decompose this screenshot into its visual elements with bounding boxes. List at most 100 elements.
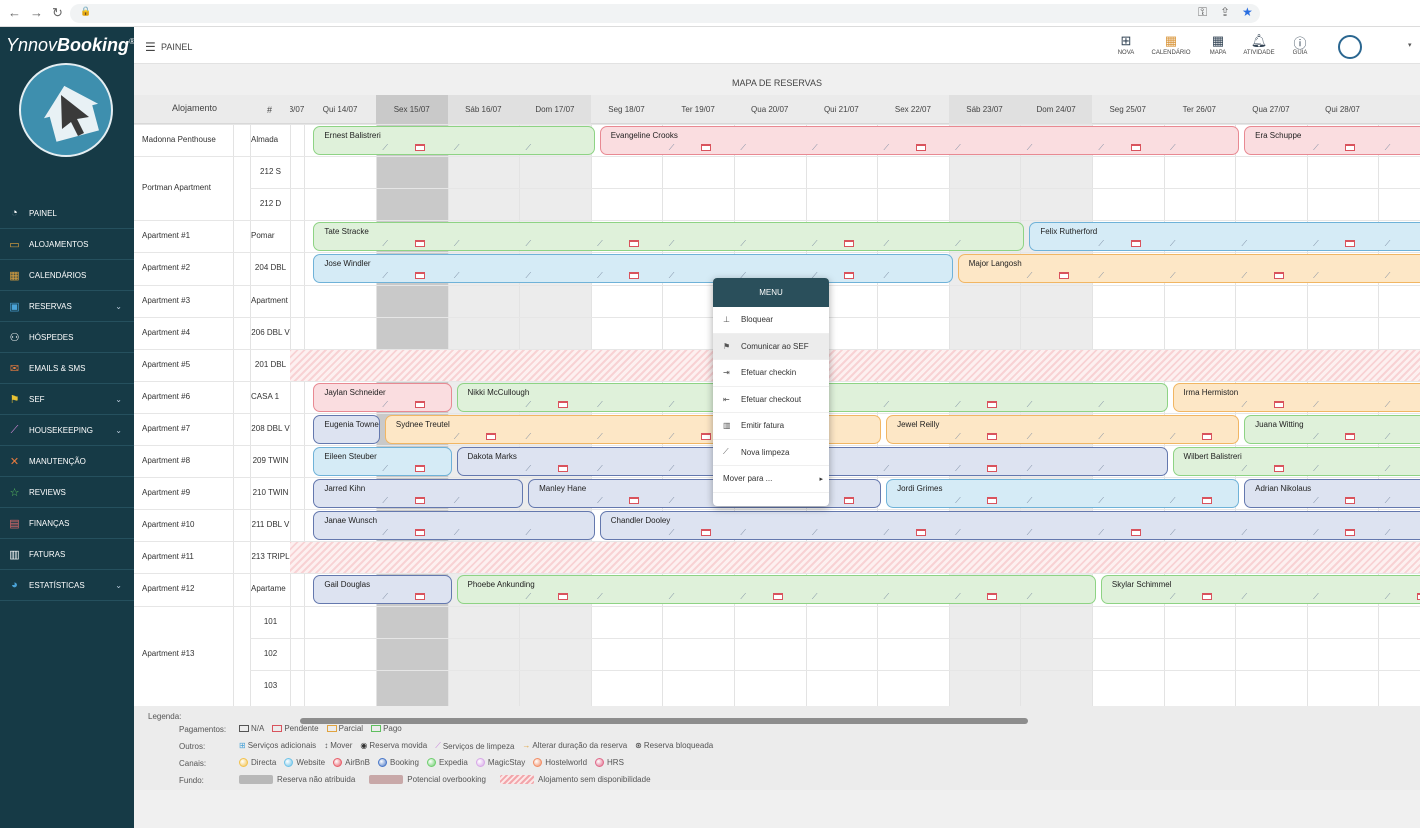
reservation-block[interactable]: Jose Windler⟋⟋⟋⟋⟋⟋⟋⟋⟋ (313, 254, 953, 284)
day-header[interactable]: Sáb 16/07 (447, 95, 520, 124)
property-name[interactable]: Portman Apartment (142, 183, 211, 192)
sidebar-item-10[interactable]: ▤ FINANÇAS (0, 508, 134, 539)
day-header[interactable]: Dom 24/07 (1020, 95, 1092, 124)
avatar[interactable] (1338, 35, 1362, 59)
context-menu-item[interactable]: ⇤ Efetuar checkout (713, 387, 829, 413)
map-button[interactable]: ▦ MAPA (1197, 33, 1239, 56)
reservation-block[interactable]: Jordi Grimes⟋⟋⟋⟋⟋ (886, 479, 1240, 509)
unit-label[interactable]: 212 S (251, 167, 290, 176)
unit-label[interactable]: 103 (251, 681, 290, 690)
day-header[interactable]: Ter 26/07 (1164, 95, 1236, 124)
reservation-block[interactable]: Adrian Nikolaus⟋⟋⟋ (1244, 479, 1420, 509)
chevron-down-icon[interactable]: ▾ (1408, 41, 1412, 49)
app-logo[interactable]: YnnovBooking® (6, 35, 135, 56)
reservation-block[interactable]: Evangeline Crooks⟋⟋⟋⟋⟋⟋⟋⟋⟋ (599, 126, 1240, 155)
property-name[interactable]: Apartment #9 (142, 488, 190, 497)
reservation-block[interactable]: Gail Douglas⟋⟋ (313, 575, 452, 605)
sidebar-item-4[interactable]: ⚇ HÓSPEDES (0, 322, 134, 353)
unit-label[interactable]: 211 DBL V (251, 520, 290, 529)
day-header[interactable]: Seg 25/07 (1092, 95, 1164, 124)
context-menu-item[interactable]: Mover para ... ▸ (713, 466, 829, 493)
reservation-block[interactable]: Chandler Dooley⟋⟋⟋⟋⟋⟋⟋⟋⟋⟋⟋⟋ (599, 511, 1420, 541)
unit-label[interactable]: 209 TWIN (251, 456, 290, 465)
unit-label[interactable]: 206 DBL V (251, 328, 290, 337)
day-header[interactable]: Qua 13/07 (290, 95, 304, 124)
property-name[interactable]: Apartment #13 (142, 649, 194, 658)
unit-label[interactable]: 210 TWIN (251, 488, 290, 497)
reservation-block[interactable]: Janae Wunsch⟋⟋⟋⟋ (313, 511, 595, 541)
reservation-block[interactable]: Jewel Reilly⟋⟋⟋⟋⟋ (886, 414, 1240, 444)
property-name[interactable]: Apartment #3 (142, 296, 190, 305)
reservation-block[interactable]: Wilbert Balistreri⟋⟋⟋⟋ (1172, 447, 1420, 476)
unit-label[interactable]: Pomar (251, 231, 290, 240)
sidebar-item-3[interactable]: ▣ RESERVAS ⌄ (0, 291, 134, 322)
unit-label[interactable]: 102 (251, 649, 290, 658)
guide-button[interactable]: ⓘ GUIA (1279, 33, 1321, 56)
reservation-block[interactable]: Felix Rutherford⟋⟋⟋⟋⟋⟋ (1029, 222, 1420, 252)
reservation-block[interactable]: Eileen Steuber⟋⟋ (313, 447, 452, 476)
reservation-block[interactable]: Major Langosh⟋⟋⟋⟋⟋⟋⟋ (957, 254, 1420, 284)
key-icon[interactable]: ⚿ (1198, 5, 1207, 20)
unit-label[interactable]: Apartment (251, 296, 290, 305)
context-menu-item[interactable]: ▥ Emitir fatura (713, 413, 829, 440)
context-menu-item[interactable]: ⊥ Bloquear (713, 307, 829, 334)
reservation-block[interactable]: Era Schuppe⟋⟋⟋ (1244, 126, 1420, 155)
property-name[interactable]: Apartment #10 (142, 520, 194, 529)
unit-label[interactable]: Apartame (251, 584, 290, 593)
unit-label[interactable]: 204 DBL (251, 263, 290, 272)
sidebar-item-8[interactable]: ✕ MANUTENÇÃO (0, 446, 134, 477)
bookmark-star-icon[interactable]: ★ (1242, 5, 1253, 19)
day-header[interactable]: Sex 22/07 (877, 95, 949, 124)
share-icon[interactable]: ⇪ (1220, 5, 1230, 19)
property-name[interactable]: Apartment #4 (142, 328, 190, 337)
unit-label[interactable]: 212 D (251, 199, 290, 208)
sidebar-item-1[interactable]: ▭ ALOJAMENTOS (0, 229, 134, 260)
sidebar-item-5[interactable]: ✉ EMAILS & SMS (0, 353, 134, 384)
unit-label[interactable]: 101 (251, 617, 290, 626)
sidebar-item-9[interactable]: ☆ REVIEWS (0, 477, 134, 508)
property-name[interactable]: Madonna Penthouse (142, 135, 216, 144)
reservation-block[interactable]: Tate Stracke⟋⟋⟋⟋⟋⟋⟋⟋⟋⟋ (313, 222, 1025, 252)
property-name[interactable]: Apartment #11 (142, 552, 194, 561)
reservation-block[interactable]: Skylar Schimmel⟋⟋⟋⟋⟋ (1100, 575, 1420, 605)
property-name[interactable]: Apartment #5 (142, 360, 190, 369)
activity-button[interactable]: 🔔︎ ATIVIDADE (1238, 33, 1280, 56)
property-name[interactable]: Apartment #12 (142, 584, 194, 593)
context-menu-item[interactable]: ⇥ Efetuar checkin (713, 360, 829, 387)
day-header[interactable]: Qui 14/07 (304, 95, 376, 124)
context-menu-item[interactable]: ⟋ Nova limpeza (713, 440, 829, 466)
property-name[interactable]: Apartment #1 (142, 231, 190, 240)
day-header[interactable]: Seg 18/07 (591, 95, 663, 124)
back-icon[interactable]: ← (8, 5, 21, 20)
property-name[interactable]: Apartment #6 (142, 392, 190, 401)
address-bar[interactable]: 🔒 (70, 4, 1260, 23)
unit-label[interactable]: Almada (251, 135, 290, 144)
calendar-button[interactable]: ▦ CALENDÁRIO (1150, 33, 1192, 56)
sidebar-item-12[interactable]: ◕ ESTATÍSTICAS ⌄ (0, 570, 134, 601)
reservation-block[interactable]: Jaylan Schneider⟋⟋ (313, 382, 452, 412)
day-header[interactable]: Qua 27/07 (1235, 95, 1307, 124)
reload-icon[interactable]: ↻ (52, 5, 63, 21)
sidebar-item-2[interactable]: ▦ CALENDÁRIOS (0, 260, 134, 291)
unit-label[interactable]: 208 DBL V (251, 424, 290, 433)
horizontal-scrollbar[interactable] (300, 718, 1028, 724)
day-header[interactable]: Ter 19/07 (662, 95, 734, 124)
reservation-block[interactable]: Irma Hermiston⟋⟋⟋⟋ (1172, 382, 1420, 412)
property-name[interactable]: Apartment #8 (142, 456, 190, 465)
reservation-block[interactable]: Eugenia Towne⟋ (313, 414, 380, 444)
reservation-block[interactable]: Jarred Kihn⟋⟋⟋ (313, 479, 524, 509)
unit-label[interactable]: 201 DBL (251, 360, 290, 369)
sidebar-item-0[interactable]: ◔ PAINEL (0, 198, 134, 229)
day-header[interactable]: Qua 20/07 (734, 95, 806, 124)
hamburger-icon[interactable]: ☰ (145, 40, 156, 54)
sidebar-item-7[interactable]: ⟋ HOUSEKEEPING ⌄ (0, 415, 134, 446)
unit-label[interactable]: 213 TRIPL (251, 552, 290, 561)
sidebar-item-11[interactable]: ▥ FATURAS (0, 539, 134, 570)
reservation-block[interactable]: Ernest Balistreri⟋⟋⟋⟋ (313, 126, 595, 155)
context-menu-item[interactable]: ⚑ Comunicar ao SEF (713, 333, 829, 360)
day-header[interactable]: Dom 17/07 (519, 95, 591, 124)
forward-icon[interactable]: → (30, 5, 43, 20)
day-header[interactable]: Qui 28/07 (1307, 95, 1379, 124)
reservation-block[interactable]: Phoebe Ankunding⟋⟋⟋⟋⟋⟋⟋⟋⟋ (456, 575, 1096, 605)
reservation-block[interactable]: Juana Witting⟋⟋⟋ (1244, 414, 1420, 444)
